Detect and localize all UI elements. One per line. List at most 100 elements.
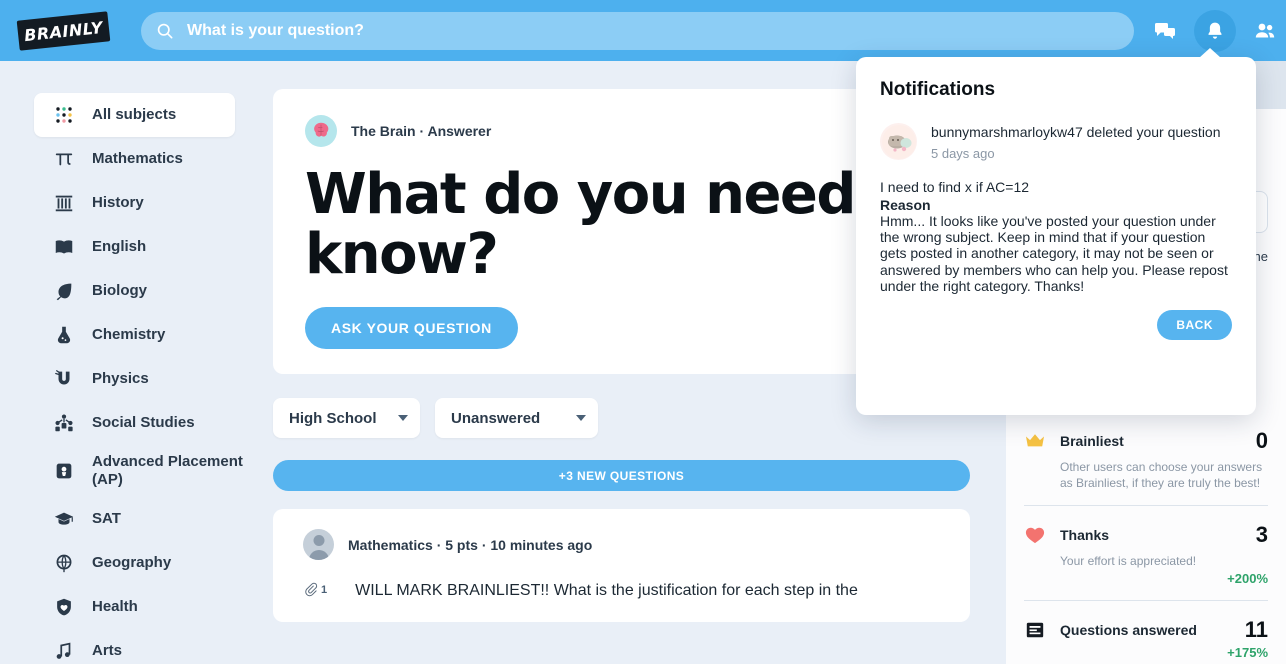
sidebar-item-english[interactable]: English — [52, 225, 253, 269]
new-questions-banner[interactable]: +3 NEW QUESTIONS — [273, 460, 970, 491]
stat-label: Brainliest — [1060, 433, 1124, 449]
stat-delta-row: +175% — [1024, 645, 1268, 660]
notification-content: bunnymarshmarloykw47 deleted your questi… — [931, 123, 1232, 161]
search-bar[interactable] — [141, 11, 1134, 50]
stat-brainliest: Brainliest 0 Other users can choose your… — [1024, 412, 1268, 505]
question-header: Mathematics · 5 pts · 10 minutes ago — [303, 529, 940, 560]
stat-thanks: Thanks 3 Your effort is appreciated! +20… — [1024, 505, 1268, 600]
dot-grid-icon — [52, 103, 76, 127]
back-button[interactable]: BACK — [1157, 310, 1232, 341]
sidebar-item-mathematics[interactable]: Mathematics — [52, 137, 253, 181]
answers-icon — [1024, 619, 1046, 641]
bell-icon — [1208, 22, 1222, 39]
question-card[interactable]: Mathematics · 5 pts · 10 minutes ago 1 W… — [273, 509, 970, 622]
sidebar-item-all-subjects[interactable]: All subjects — [34, 93, 235, 137]
messages-button[interactable] — [1144, 10, 1186, 52]
question-body: 1 WILL MARK BRAINLIEST!! What is the jus… — [303, 580, 940, 602]
sidebar-item-social-studies[interactable]: Social Studies — [52, 401, 253, 445]
stat-subtitle: Your effort is appreciated! — [1060, 554, 1197, 568]
notification-reason-label: Reason — [880, 197, 931, 213]
notification-headline: bunnymarshmarloykw47 deleted your questi… — [931, 124, 1221, 140]
friends-button[interactable] — [1244, 10, 1286, 52]
flask-icon — [52, 323, 76, 347]
sidebar-item-label: History — [92, 194, 144, 211]
graduation-cap-icon — [52, 507, 76, 531]
sidebar-item-health[interactable]: Health — [52, 585, 253, 629]
brainly-app: BRAINLY What is your question? All subje… — [0, 0, 1286, 664]
sidebar-item-label: Geography — [92, 554, 172, 571]
hero-user-label: The Brain · Answerer — [351, 123, 492, 139]
sidebar-item-label: SAT — [92, 510, 121, 527]
stats-list: Brainliest 0 Other users can choose your… — [1006, 412, 1286, 664]
page-title: What do you need to know? — [305, 162, 937, 287]
stat-header: Thanks 3 — [1024, 522, 1268, 548]
notification-actions: BACK — [880, 310, 1232, 341]
question-meta: Mathematics · 5 pts · 10 minutes ago — [348, 536, 593, 553]
grade-filter-value: High School — [289, 409, 377, 427]
stat-label: Thanks — [1060, 527, 1110, 543]
grade-filter-dropdown[interactable]: High School — [273, 398, 420, 438]
pi-icon — [52, 147, 76, 171]
heart-icon — [1024, 524, 1046, 546]
notification-timestamp: 5 days ago — [931, 146, 995, 161]
stat-value: 3 — [1255, 522, 1268, 547]
sidebar-item-geography[interactable]: Geography — [52, 541, 253, 585]
sidebar-item-label: Social Studies — [92, 414, 195, 431]
question-text: WILL MARK BRAINLIEST!! What is the justi… — [355, 582, 858, 599]
attachment-count: 1 — [321, 583, 328, 596]
sidebar-item-label: English — [92, 238, 147, 255]
stat-delta: +175% — [1227, 645, 1268, 660]
logo-text: BRAINLY — [23, 16, 104, 45]
sidebar-item-label: Mathematics — [92, 150, 183, 167]
sidebar-item-arts[interactable]: Arts — [52, 629, 253, 664]
sidebar-item-physics[interactable]: Physics — [52, 357, 253, 401]
sidebar-item-label: Advanced Placement (AP) — [92, 453, 243, 488]
sidebar-item-sat[interactable]: SAT — [52, 497, 253, 541]
music-note-icon — [52, 639, 76, 663]
sidebar-item-label: Physics — [92, 370, 149, 387]
notifications-button[interactable] — [1194, 9, 1236, 52]
crown-icon — [1024, 430, 1046, 452]
cat-avatar — [880, 123, 917, 160]
leaf-icon — [52, 279, 76, 303]
chat-bubbles-icon — [1155, 22, 1175, 39]
chevron-down-icon — [398, 415, 408, 421]
header-icon-group — [1144, 9, 1286, 52]
sidebar-nav: All subjects Mathematics History English… — [0, 61, 270, 664]
search-icon — [157, 23, 173, 39]
attachment-indicator: 1 — [303, 582, 327, 597]
brainly-logo[interactable]: BRAINLY — [16, 10, 111, 51]
stat-label: Questions answered — [1060, 622, 1197, 638]
column-icon — [52, 191, 76, 215]
people-group-icon — [52, 411, 76, 435]
open-book-icon — [52, 235, 76, 259]
stat-delta-row: +200% — [1024, 571, 1268, 586]
sidebar-item-advanced-placement[interactable]: Advanced Placement (AP) — [52, 445, 253, 497]
stat-header: Questions answered 11 — [1024, 617, 1268, 643]
top-header: BRAINLY — [0, 0, 1286, 61]
sidebar-item-label: Biology — [92, 282, 147, 299]
notification-item[interactable]: bunnymarshmarloykw47 deleted your questi… — [880, 123, 1232, 161]
badge-icon — [52, 459, 76, 483]
search-input[interactable] — [187, 21, 1120, 40]
stat-subtitle: Other users can choose your answers as B… — [1060, 460, 1263, 490]
globe-icon — [52, 551, 76, 575]
stat-delta: +200% — [1227, 571, 1268, 586]
magnet-icon — [52, 367, 76, 391]
status-filter-dropdown[interactable]: Unanswered — [435, 398, 598, 438]
paperclip-icon — [305, 582, 318, 597]
sidebar-item-label: Arts — [92, 642, 123, 659]
stat-questions-answered: Questions answered 11 +175% — [1024, 600, 1268, 664]
sidebar-item-history[interactable]: History — [52, 181, 253, 225]
sidebar-item-chemistry[interactable]: Chemistry — [52, 313, 253, 357]
notifications-popup: Notifications bunnymarshmarloykw47 delet… — [856, 48, 1256, 415]
ask-your-question-button[interactable]: ASK YOUR QUESTION — [305, 307, 518, 349]
popup-arrow — [1199, 48, 1221, 58]
avatar — [303, 529, 334, 560]
brain-avatar — [305, 115, 337, 147]
sidebar-item-biology[interactable]: Biology — [52, 269, 253, 313]
sidebar-item-label: Health — [92, 598, 138, 615]
status-filter-value: Unanswered — [451, 409, 541, 427]
notification-reason-text: Hmm... It looks like you've posted your … — [880, 213, 1228, 294]
stat-value: 0 — [1255, 428, 1268, 453]
